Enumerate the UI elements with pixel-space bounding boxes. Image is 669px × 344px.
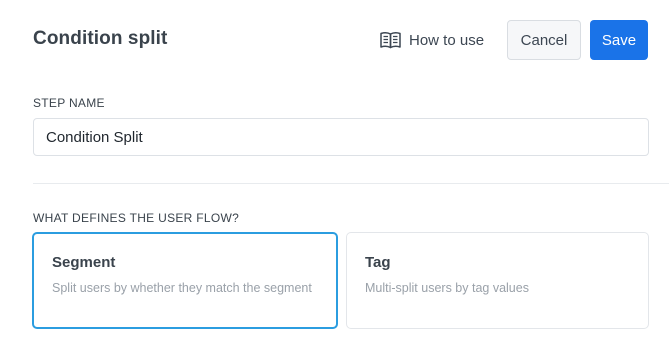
user-flow-label: WHAT DEFINES THE USER FLOW? [33,211,240,225]
save-button[interactable]: Save [590,20,648,60]
page-title: Condition split [33,28,168,49]
step-name-label: STEP NAME [33,96,105,110]
divider [33,183,669,184]
step-name-input[interactable] [33,118,649,156]
cancel-button[interactable]: Cancel [507,20,581,60]
book-open-icon [380,32,401,49]
option-segment-card[interactable]: Segment Split users by whether they matc… [32,232,338,329]
how-to-use-link[interactable]: How to use [380,28,484,52]
option-tag-card[interactable]: Tag Multi-split users by tag values [346,232,649,329]
option-title: Segment [52,254,116,271]
option-description: Multi-split users by tag values [365,281,529,295]
condition-split-panel: Condition split How to use Cancel Save S… [0,0,669,344]
option-description: Split users by whether they match the se… [52,281,312,295]
how-to-use-label: How to use [409,31,485,49]
option-title: Tag [365,254,391,271]
